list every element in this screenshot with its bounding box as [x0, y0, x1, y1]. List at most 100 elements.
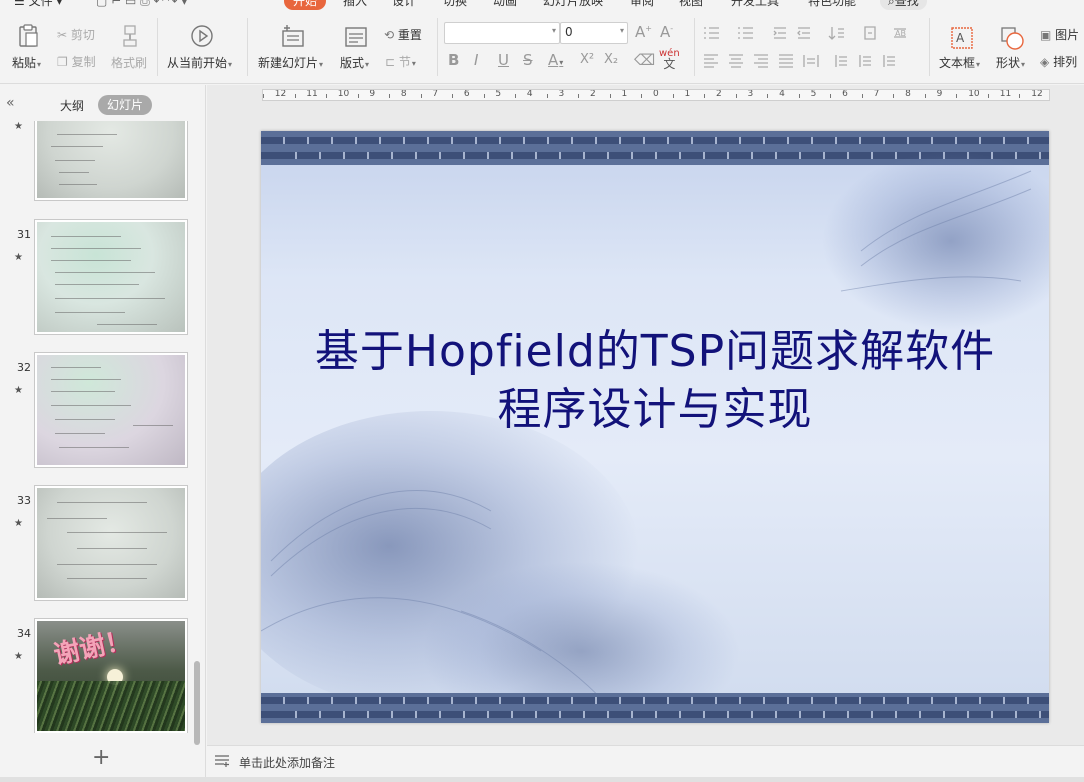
tab-slideshow[interactable]: 幻灯片放映: [543, 0, 603, 10]
shape-label: 形状: [996, 56, 1021, 70]
layout-button[interactable]: 版式▾: [340, 54, 369, 71]
format-painter-icon[interactable]: [118, 24, 142, 48]
tab-animation[interactable]: 动画: [493, 0, 517, 10]
slide-thumbnail-list: ★ 31 ★ 32 ★ 33 ★ 34 ★ 谢谢！: [0, 121, 206, 733]
add-slide-button[interactable]: +: [92, 745, 110, 770]
phonetic-guide-button[interactable]: wén 文: [659, 48, 680, 70]
shape-icon[interactable]: [1000, 26, 1024, 50]
thank-you-text: 谢谢！: [51, 625, 134, 671]
ruler-label: 1: [621, 89, 628, 99]
scrollbar-thumb[interactable]: [194, 661, 200, 745]
tab-slides[interactable]: 幻灯片: [98, 95, 152, 115]
ruler-label: 2: [716, 89, 722, 99]
tab-transition[interactable]: 切换: [443, 0, 467, 10]
ruler-label: 6: [463, 89, 470, 99]
superscript-button[interactable]: X²: [580, 52, 594, 67]
quick-access-icons[interactable]: ▢ ⌐ ▭ ⎙ ↶ ↷ ▾: [96, 0, 187, 10]
clear-format-icon[interactable]: ⌫: [634, 51, 655, 69]
slide-thumbnail-32[interactable]: [34, 352, 188, 468]
subscript-button[interactable]: X₂: [604, 52, 618, 67]
tab-developer[interactable]: 开发工具: [731, 0, 779, 10]
ruler-label: 7: [432, 89, 439, 99]
slide-thumbnail-34[interactable]: 谢谢！: [34, 618, 188, 733]
paste-button[interactable]: 粘贴▾: [12, 54, 41, 71]
ruler-tick: [1019, 94, 1021, 98]
search-box[interactable]: ⌕查找: [880, 0, 927, 10]
slide-title[interactable]: 基于Hopfield的TSP问题求解软件 程序设计与实现: [261, 323, 1049, 439]
slide-thumbnail-33[interactable]: [34, 485, 188, 601]
ruler-tick: [830, 94, 832, 98]
ruler-label: 9: [369, 89, 376, 99]
cut-button[interactable]: ✂ 剪切: [57, 26, 95, 43]
brick-border-bottom: [261, 693, 1049, 723]
ruler-label: 0: [653, 89, 659, 99]
alignment-icons[interactable]: [702, 53, 920, 69]
section-button[interactable]: ⊏ 节▾: [385, 53, 416, 70]
tab-review[interactable]: 审阅: [630, 0, 654, 10]
collapse-panel-icon[interactable]: «: [6, 95, 15, 111]
shrink-font-button[interactable]: A-: [660, 23, 673, 41]
new-slide-label: 新建幻灯片: [258, 56, 319, 70]
start-from-current-button[interactable]: 从当前开始▾: [167, 54, 232, 71]
tab-design[interactable]: 设计: [392, 0, 416, 10]
ribbon-separator: [247, 18, 248, 76]
slide-editor: 12 11 10 9 8 7 6 5 4 3 2 1 0 1 2 3 4 5 6 7 8 9 10 11 12 基于: [207, 85, 1084, 745]
bold-button[interactable]: B: [448, 51, 459, 69]
reset-button[interactable]: ⟲ 重置: [384, 26, 422, 43]
ruler-tick: [861, 94, 863, 98]
layout-icon[interactable]: [344, 25, 368, 49]
text-box-button[interactable]: 文本框▾: [939, 54, 980, 71]
thumbnail-scrollbar[interactable]: [194, 121, 202, 745]
play-icon[interactable]: [190, 24, 214, 48]
shape-button[interactable]: 形状▾: [996, 54, 1025, 71]
arrange-button[interactable]: ◈ 排列: [1040, 53, 1077, 70]
picture-icon: ▣: [1040, 28, 1052, 42]
notes-bar[interactable]: 单击此处添加备注: [207, 745, 1084, 777]
strikethrough-button[interactable]: S: [523, 51, 533, 69]
picture-button[interactable]: ▣ 图片: [1040, 26, 1079, 43]
slide-canvas[interactable]: 基于Hopfield的TSP问题求解软件 程序设计与实现: [261, 131, 1049, 723]
font-name-select[interactable]: ▾: [444, 22, 560, 44]
cut-label: 剪切: [70, 28, 95, 42]
font-color-button[interactable]: A▾: [548, 51, 563, 69]
ruler-label: 5: [810, 89, 817, 99]
paste-icon[interactable]: [16, 24, 40, 48]
section-label: 节: [398, 55, 411, 69]
ruler-tick: [578, 94, 580, 98]
slide-thumbnail-31[interactable]: [34, 219, 188, 335]
slide-thumbnail-30[interactable]: [34, 121, 188, 201]
copy-button[interactable]: ❐ 复制: [57, 53, 96, 70]
menu-file-label: 文件: [28, 0, 53, 8]
tab-insert[interactable]: 插入: [343, 0, 367, 10]
ruler-tick: [987, 94, 989, 98]
ribbon-separator: [437, 18, 438, 76]
text-box-icon[interactable]: A: [950, 26, 974, 50]
layout-label: 版式: [340, 56, 365, 70]
new-slide-icon[interactable]: [281, 24, 305, 48]
grow-font-button[interactable]: A+: [635, 23, 652, 41]
window-bottom-edge: [0, 777, 1084, 782]
ribbon: 粘贴▾ ✂ 剪切 ❐ 复制 格式刷 从当前开始▾ 新建幻灯片▾ 版式▾ ⟲ 重置…: [0, 10, 1084, 84]
horizontal-ruler[interactable]: 12 11 10 9 8 7 6 5 4 3 2 1 0 1 2 3 4 5 6 7 8 9 10 11 12: [262, 89, 1050, 101]
slide-panel: « 大纲 幻灯片 ★ 31 ★ 32 ★ 33 ★ 34 ★ 谢谢！ +: [0, 85, 206, 782]
ruler-tick: [326, 94, 328, 98]
ruler-tick: [767, 94, 769, 98]
tab-view[interactable]: 视图: [679, 0, 703, 10]
tab-outline[interactable]: 大纲: [60, 97, 84, 114]
tab-home[interactable]: 开始: [284, 0, 327, 10]
underline-button[interactable]: U: [498, 51, 509, 69]
ruler-tick: [452, 94, 454, 98]
ruler-label: 8: [905, 89, 911, 99]
new-slide-button[interactable]: 新建幻灯片▾: [258, 54, 323, 71]
paragraph-list-icons[interactable]: AB: [702, 25, 920, 41]
animation-star-icon: ★: [14, 252, 23, 263]
italic-button[interactable]: I: [474, 51, 478, 69]
ruler-label: 3: [558, 89, 565, 99]
ruler-label: 4: [526, 89, 533, 99]
tab-special[interactable]: 特色功能: [808, 0, 856, 10]
format-painter-button[interactable]: 格式刷: [111, 54, 147, 71]
text-direction-label: AB: [895, 29, 906, 38]
font-size-select[interactable]: 0 ▾: [560, 22, 628, 44]
ruler-tick: [263, 94, 264, 98]
menu-file[interactable]: ☰ 文件 ▾: [14, 0, 62, 10]
